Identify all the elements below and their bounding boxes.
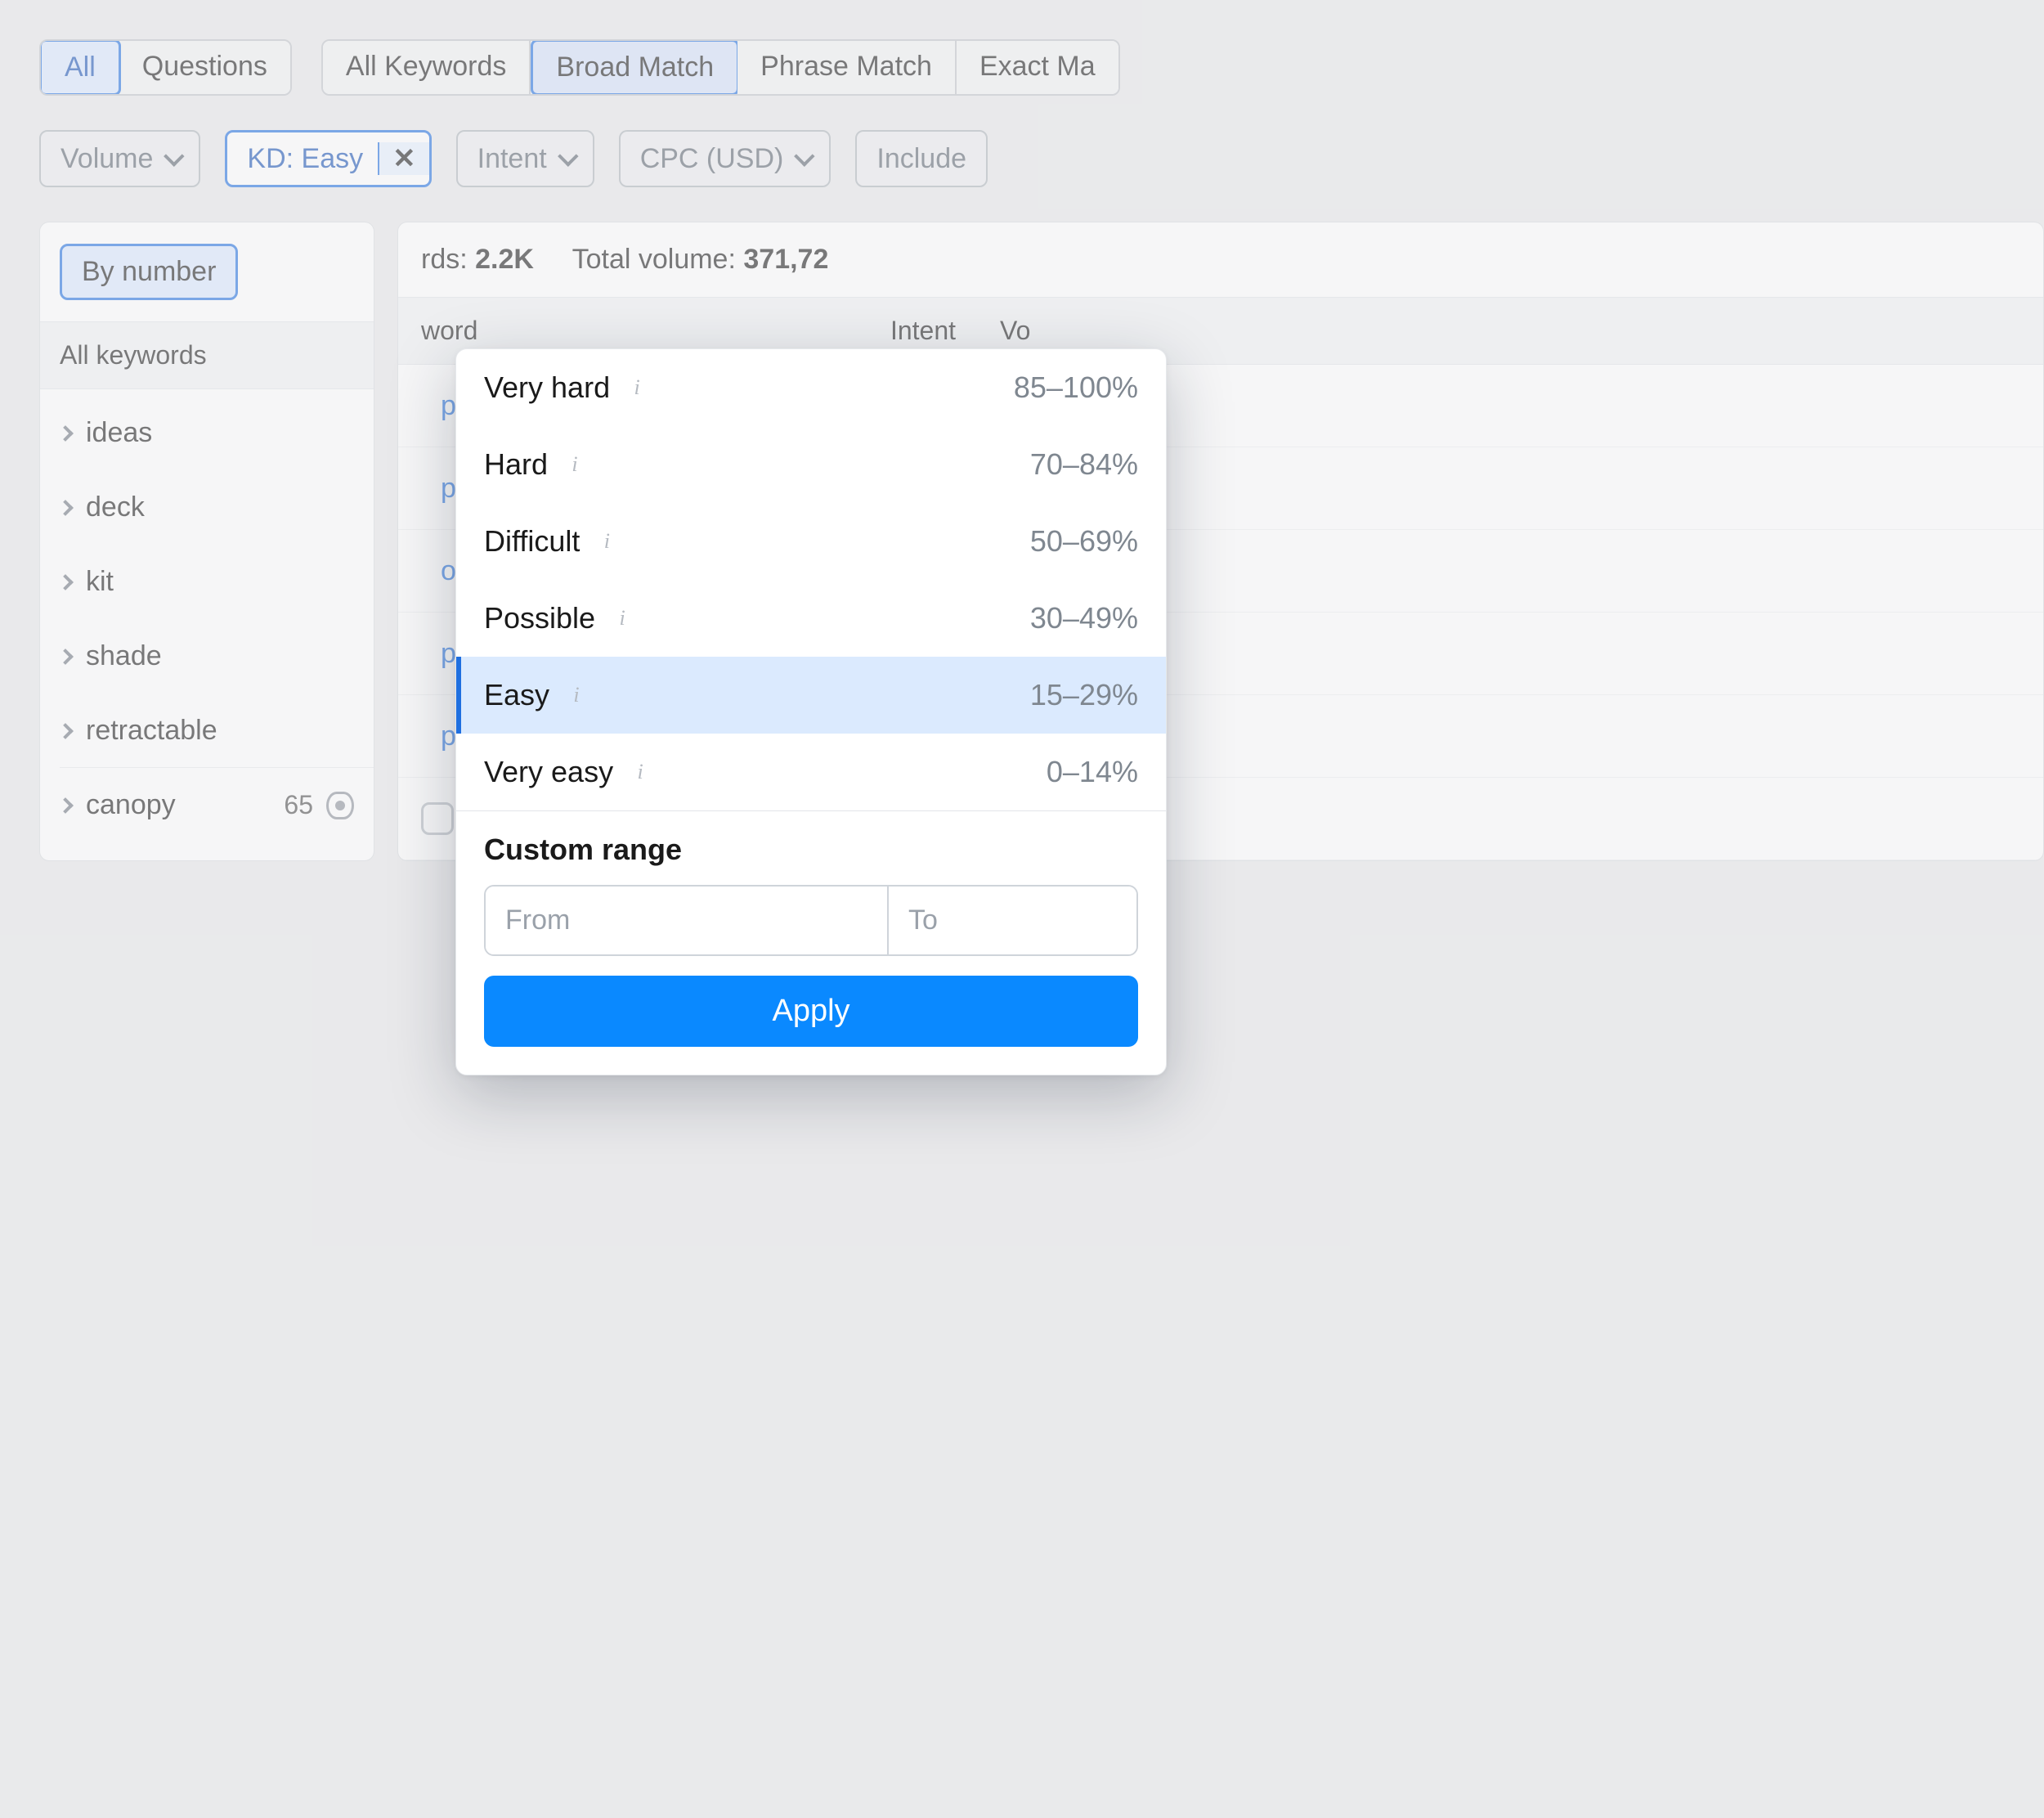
filter-intent-label: Intent bbox=[477, 143, 547, 175]
chevron-right-icon bbox=[57, 425, 74, 442]
kd-option-range: 30–49% bbox=[1030, 601, 1138, 635]
close-icon[interactable]: ✕ bbox=[378, 142, 429, 175]
table-stats: rds: 2.2K Total volume: 371,72 bbox=[398, 222, 2043, 297]
kd-option-label: Possible bbox=[484, 601, 595, 635]
keyword-group-list: ideas deck kit shade retractable canopy 65 bbox=[40, 389, 374, 849]
kd-option-very-easy[interactable]: Very easy i 0–14% bbox=[456, 734, 1166, 810]
kd-option-range: 70–84% bbox=[1030, 447, 1138, 482]
filter-include-label: Include bbox=[876, 143, 966, 175]
apply-button[interactable]: Apply bbox=[484, 976, 1138, 1047]
filter-volume[interactable]: Volume bbox=[39, 130, 200, 187]
kd-option-label: Hard bbox=[484, 447, 548, 482]
kd-filter-dropdown: Very hardi85–100%Hardi70–84%Difficulti50… bbox=[455, 348, 1167, 1075]
filter-kd-label: KD: Easy bbox=[247, 143, 378, 175]
chevron-right-icon bbox=[57, 797, 74, 814]
kd-option-label: Easy bbox=[484, 678, 549, 712]
column-intent[interactable]: Intent bbox=[866, 316, 980, 346]
tab-match-exact-ma[interactable]: Exact Ma bbox=[957, 41, 1118, 94]
custom-range-to-input[interactable] bbox=[889, 887, 1138, 954]
tab-match-broad-match[interactable]: Broad Match bbox=[531, 39, 739, 96]
filter-cpc[interactable]: CPC (USD) bbox=[619, 130, 831, 187]
keyword-group-label: shade bbox=[86, 640, 162, 672]
filter-volume-label: Volume bbox=[61, 143, 153, 175]
row-checkbox[interactable] bbox=[421, 802, 454, 835]
tab-scope-questions[interactable]: Questions bbox=[119, 41, 290, 94]
tab-group-match: All KeywordsBroad MatchPhrase MatchExact… bbox=[321, 39, 1120, 96]
filter-bar: Volume KD: Easy ✕ Intent CPC (USD) Inclu… bbox=[39, 130, 2044, 187]
filter-include[interactable]: Include bbox=[855, 130, 988, 187]
column-volume[interactable]: Vo bbox=[1000, 316, 2020, 346]
chevron-down-icon bbox=[794, 146, 814, 166]
stats-volume-label: Total volume: bbox=[572, 244, 736, 275]
chevron-down-icon bbox=[558, 146, 578, 166]
keyword-group-item[interactable]: ideas bbox=[40, 396, 374, 470]
stats-keywords-label: rds: bbox=[421, 244, 468, 275]
keyword-group-label: retractable bbox=[86, 715, 217, 747]
tab-scope-all[interactable]: All bbox=[39, 39, 121, 96]
kd-option-range: 50–69% bbox=[1030, 524, 1138, 559]
keyword-group-label: ideas bbox=[86, 417, 152, 449]
chevron-right-icon bbox=[57, 574, 74, 590]
custom-range-from-input[interactable] bbox=[486, 887, 889, 954]
info-icon[interactable]: i bbox=[594, 529, 619, 554]
all-keywords-header: All keywords bbox=[40, 321, 374, 389]
kd-option-label: Difficult bbox=[484, 524, 580, 559]
eye-icon[interactable] bbox=[326, 792, 354, 819]
kd-option-difficult[interactable]: Difficult i 50–69% bbox=[456, 503, 1166, 580]
info-icon[interactable]: i bbox=[625, 375, 649, 400]
info-icon[interactable]: i bbox=[564, 683, 589, 707]
kd-option-label: Very hard bbox=[484, 370, 610, 405]
filter-kd-active[interactable]: KD: Easy ✕ bbox=[225, 130, 431, 187]
info-icon[interactable]: i bbox=[628, 760, 652, 784]
column-keyword[interactable]: word bbox=[421, 316, 846, 346]
kd-option-label: Very easy bbox=[484, 755, 613, 789]
tab-by-number[interactable]: By number bbox=[60, 244, 238, 300]
keyword-group-item[interactable]: canopy 65 bbox=[40, 768, 374, 842]
keyword-group-label: canopy bbox=[86, 789, 176, 821]
chevron-down-icon bbox=[164, 146, 185, 166]
keyword-group-count: 65 bbox=[284, 790, 354, 820]
chevron-right-icon bbox=[57, 500, 74, 516]
tab-match-all-keywords[interactable]: All Keywords bbox=[323, 41, 531, 94]
keyword-group-item[interactable]: retractable bbox=[40, 694, 374, 768]
keyword-group-item[interactable]: shade bbox=[40, 619, 374, 694]
kd-option-range: 15–29% bbox=[1030, 678, 1138, 712]
keyword-groups-panel: By number All keywords ideas deck kit shade… bbox=[39, 222, 374, 861]
custom-range-inputs bbox=[484, 885, 1138, 956]
kd-option-possible[interactable]: Possible i 30–49% bbox=[456, 580, 1166, 657]
tab-group-scope: AllQuestions bbox=[39, 39, 292, 96]
info-icon[interactable]: i bbox=[563, 452, 587, 477]
stats-volume-value: 371,72 bbox=[743, 244, 828, 275]
keyword-mode-tabs: AllQuestions All KeywordsBroad MatchPhra… bbox=[39, 39, 2044, 96]
keyword-group-label: deck bbox=[86, 492, 145, 523]
kd-option-range: 85–100% bbox=[1014, 370, 1138, 405]
filter-intent[interactable]: Intent bbox=[456, 130, 594, 187]
kd-option-very-hard[interactable]: Very hard i 85–100% bbox=[456, 349, 1166, 426]
chevron-right-icon bbox=[57, 649, 74, 665]
keyword-group-item[interactable]: kit bbox=[40, 545, 374, 619]
custom-range-heading: Custom range bbox=[484, 833, 1138, 867]
keyword-group-item[interactable]: deck bbox=[40, 470, 374, 545]
info-icon[interactable]: i bbox=[610, 606, 634, 631]
stats-keywords-value: 2.2K bbox=[475, 244, 534, 275]
kd-option-range: 0–14% bbox=[1047, 755, 1138, 789]
filter-cpc-label: CPC (USD) bbox=[640, 143, 784, 175]
kd-option-hard[interactable]: Hardi 70–84% bbox=[456, 426, 1166, 503]
chevron-right-icon bbox=[57, 723, 74, 739]
tab-match-phrase-match[interactable]: Phrase Match bbox=[737, 41, 957, 94]
kd-option-easy[interactable]: Easyi 15–29% bbox=[456, 657, 1166, 734]
keyword-group-label: kit bbox=[86, 566, 114, 598]
